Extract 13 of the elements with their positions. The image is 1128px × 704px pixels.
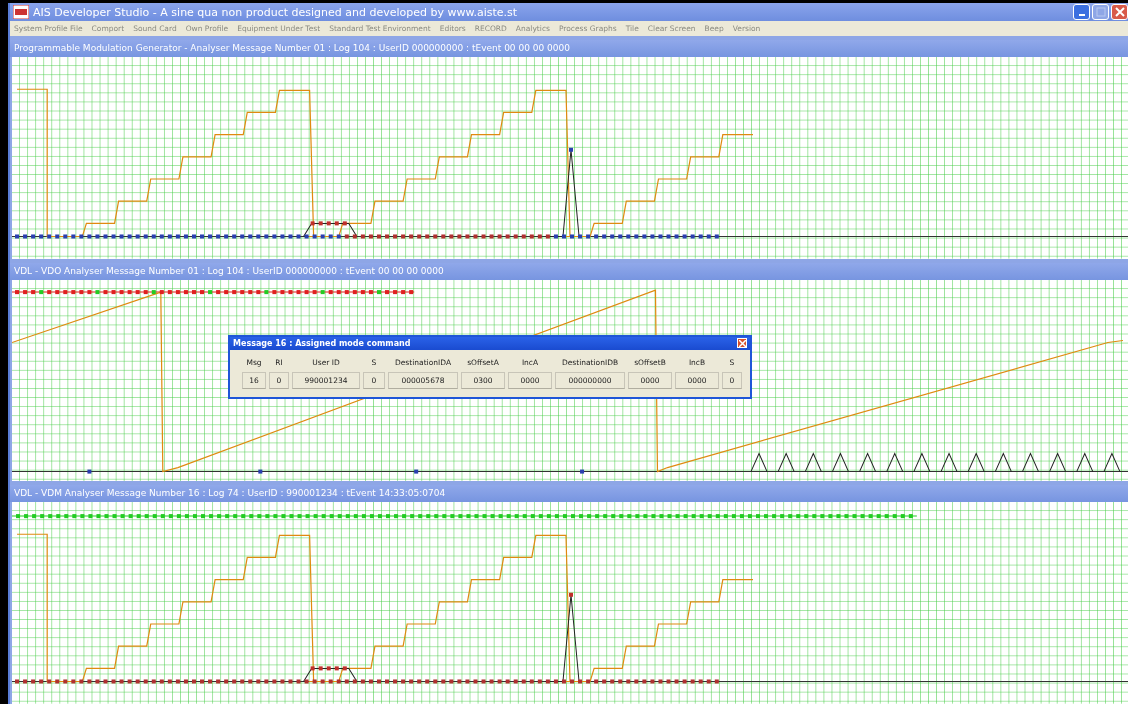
panel-header: VDL - VDM Analyser Message Number 16 : Log 74 : UserID : 990001234 : tEvent 14:33:05:0704 [10,485,1128,503]
panel-header: Programmable Modulation Generator - Analyser Message Number 01 : Log 104 : UserID 000000000 : tEvent 00 00 00 0000 [10,40,1128,57]
maximize-button[interactable] [1092,4,1109,20]
close-button[interactable] [1111,4,1128,20]
close-icon [738,339,746,347]
minimize-button[interactable] [1073,4,1090,20]
window-title: AIS Developer Studio - A sine qua non product designed and developed by www.aiste.st [33,5,518,19]
app-icon [13,5,29,19]
dialog-title: Message 16 : Assigned mode command [233,338,411,348]
maximize-icon [1095,7,1106,17]
panel-header: VDL - VDO Analyser Message Number 01 : Log 104 : UserID 000000000 : tEvent 00 00 00 0000 [10,262,1128,280]
close-button[interactable] [737,338,747,349]
close-icon [1114,7,1125,17]
